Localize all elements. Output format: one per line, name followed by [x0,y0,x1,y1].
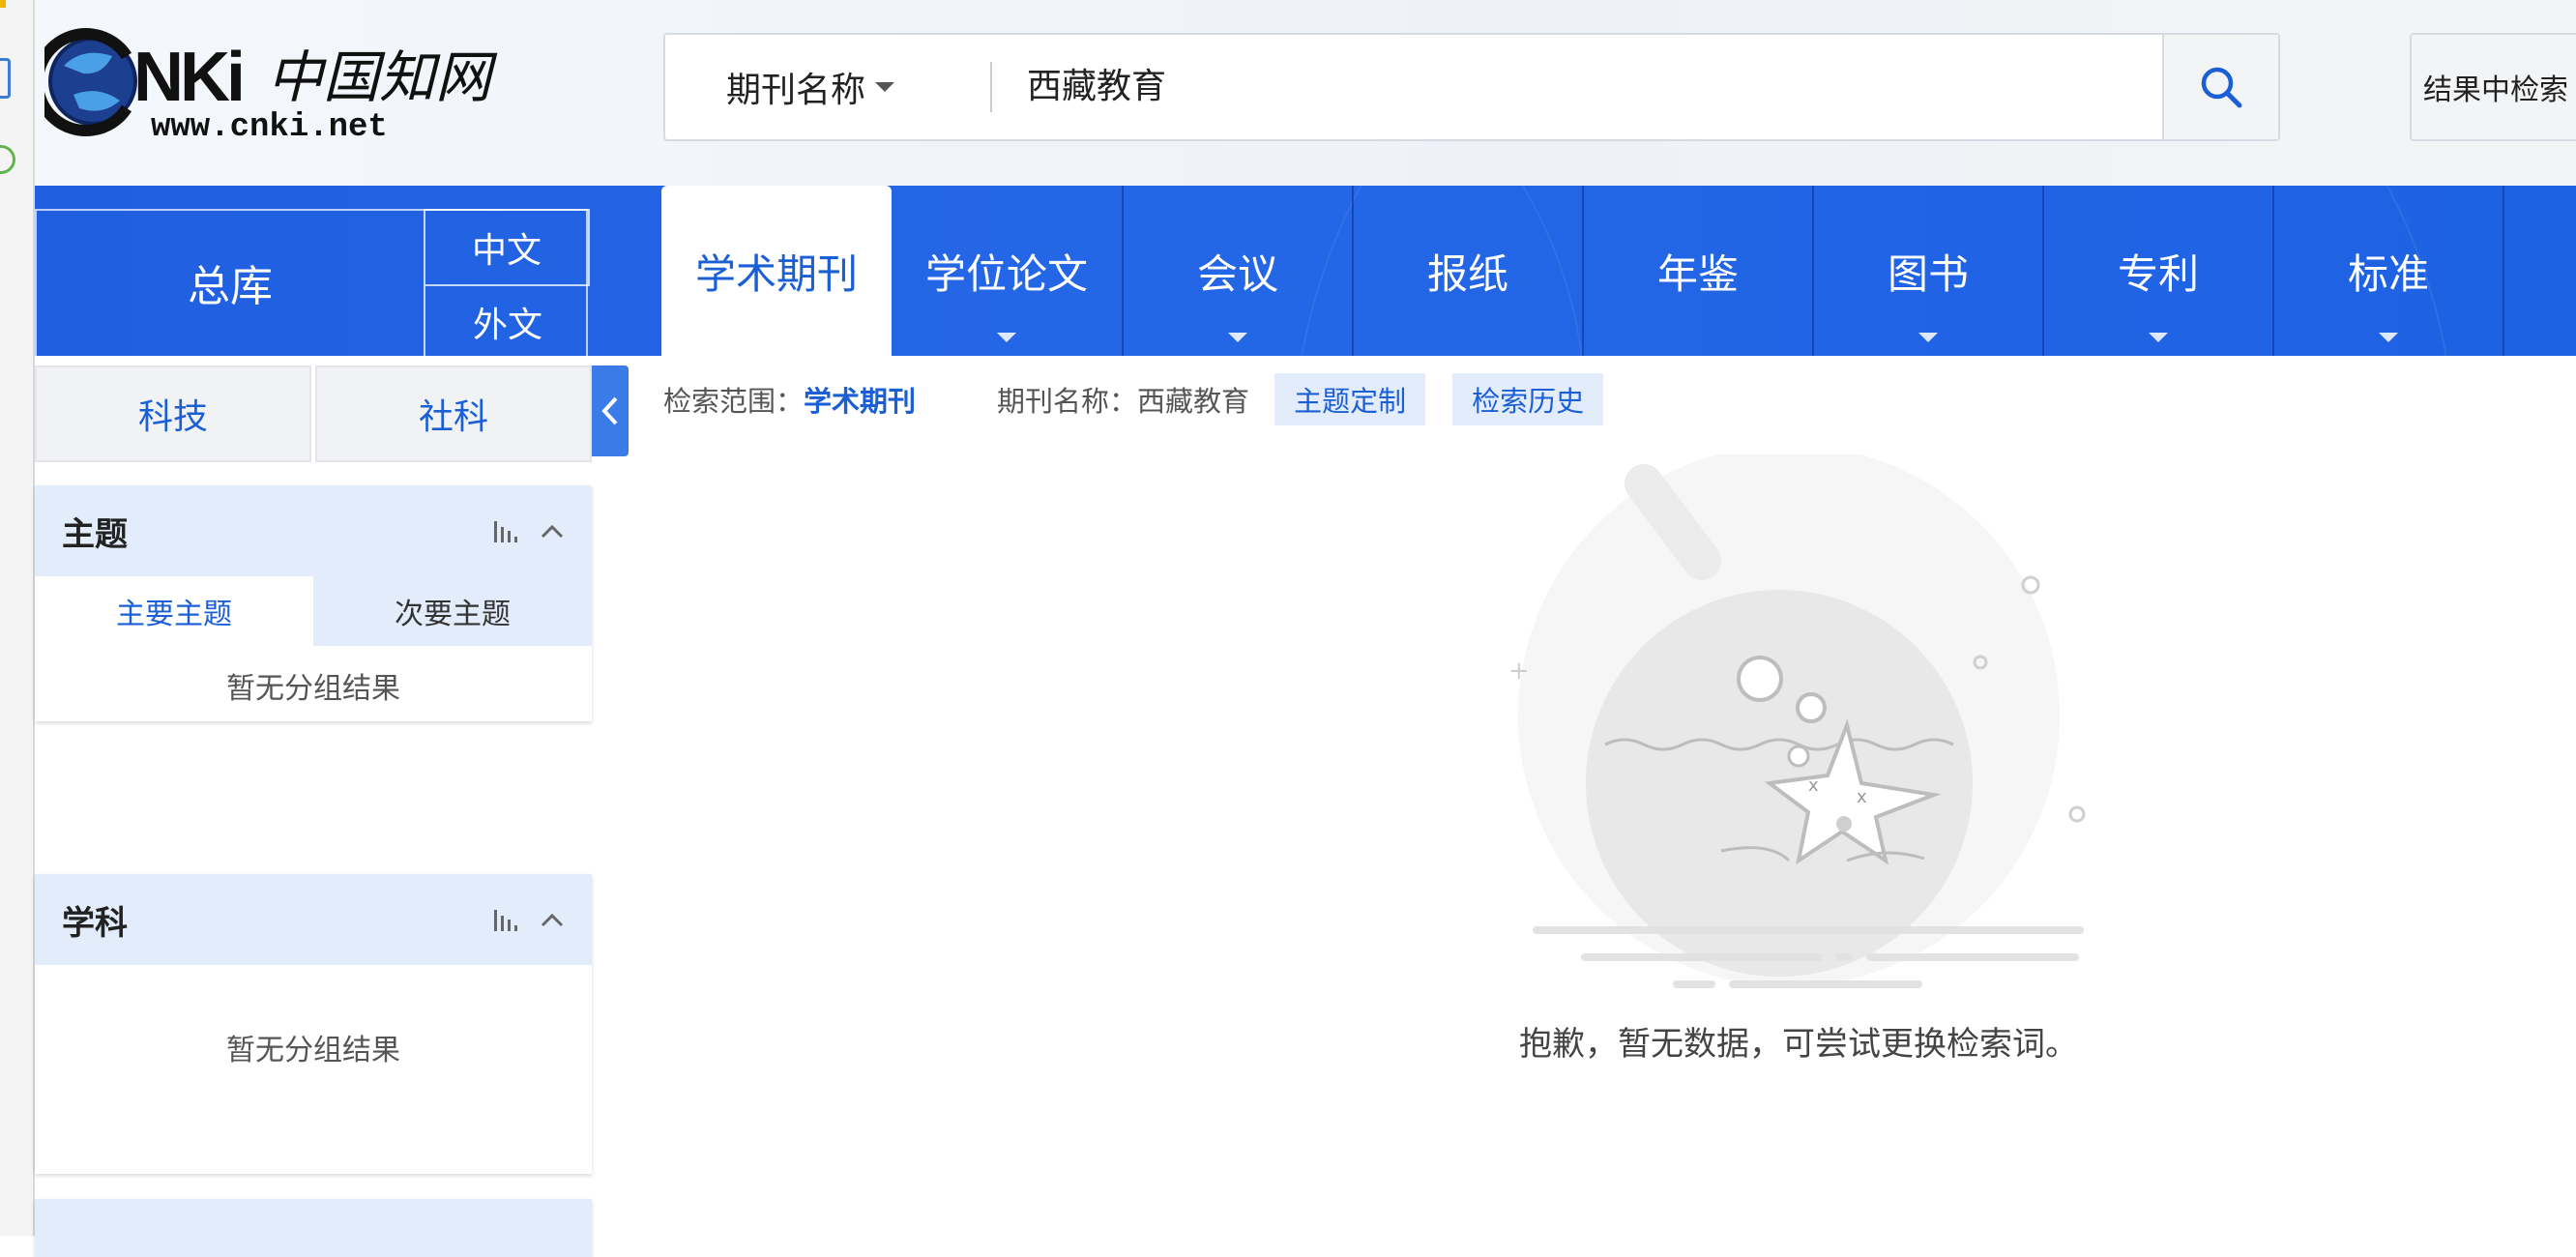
search-button[interactable] [2162,35,2278,139]
search-history-button[interactable]: 检索历史 [1452,373,1604,425]
tab-yearbooks[interactable]: 年鉴 [1582,186,1812,356]
year-panel [35,1199,592,1257]
topic-panel-header: 主题 [35,485,592,576]
topic-customize-button[interactable]: 主题定制 [1274,373,1426,425]
caret-down-icon [875,82,894,92]
dropdown-arrow-icon [2149,333,2168,342]
dropdown-arrow-icon [997,333,1016,342]
tab-patents[interactable]: 专利 [2042,186,2272,356]
collapse-sidebar-button[interactable] [592,365,629,456]
tab-books[interactable]: 图书 [1812,186,2042,356]
illus-ground-line [1866,953,2079,961]
query-value: 西藏教育 [1137,385,1250,418]
search-icon [2201,67,2242,108]
dropdown-arrow-icon [1228,333,1247,342]
svg-text:中国知网: 中国知网 [267,44,498,110]
tab-label: 年鉴 [1656,249,1739,298]
empty-result-message: 抱歉，暂无数据，可尝试更换检索词。 [1519,1025,2078,1064]
tab-more[interactable] [2503,186,2576,356]
scope-value: 学术期刊 [804,385,917,418]
query-label: 期刊名称： [997,385,1138,418]
tab-journals[interactable]: 学术期刊 [661,186,892,356]
dropdown-arrow-icon [2379,333,2398,342]
topic-panel: 主题 主要主题 次要主题 暂无分组结果 [35,485,592,721]
illus-dot [2068,805,2086,823]
chevron-up-icon[interactable] [540,522,565,540]
lang-foreign-tab[interactable]: 外文 [424,286,590,356]
strip-indicator [0,0,6,8]
zongku-group: 总库 中文 外文 [35,209,590,356]
year-panel-header [35,1199,592,1257]
topic-empty-text: 暂无分组结果 [226,672,400,706]
panel-icon[interactable] [0,58,11,99]
subject-panel: 学科 暂无分组结果 [35,874,592,1174]
illus-ground-line [1673,980,1715,988]
search-field-select[interactable]: 期刊名称 [665,35,955,139]
refresh-icon[interactable] [0,145,15,174]
site-header: NKi 中国知网 www.cnki.net 期刊名称 西藏教育 结果中检索 [31,0,2576,186]
subtab-main-topic[interactable]: 主要主题 [35,576,313,646]
database-tabs: 学术期刊 学位论文 会议 报纸 年鉴 图书 专利 标准 [661,186,2576,356]
category-social-tab[interactable]: 社科 [315,365,592,462]
svg-text:www.cnki.net: www.cnki.net [151,109,388,143]
illus-ground-line [1533,926,2084,934]
chevron-up-icon[interactable] [540,911,565,928]
illus-sparkle: + [1508,657,1530,686]
illus-ground-line [1729,980,1922,988]
illus-bubble [1787,745,1810,768]
search-box: 期刊名称 西藏教育 [663,33,2280,141]
illus-bubble [1737,656,1783,702]
tab-label: 标准 [2347,249,2429,298]
subject-panel-header: 学科 [35,874,592,965]
chevron-left-icon [601,396,618,425]
tab-label: 学位论文 [924,249,1088,298]
tab-theses[interactable]: 学位论文 [892,186,1122,356]
filter-sidebar: 科技 社科 主题 主要主题 次要主题 暂无分组结果 学科 暂无分组结果 [35,356,629,1257]
search-conditions: 检索范围： 学术期刊 期刊名称： 西藏教育 主题定制 检索历史 [663,373,1604,425]
browser-side-strip [0,0,35,1236]
database-nav: 总库 中文 外文 学术期刊 学位论文 会议 报纸 年鉴 图书 专利 标准 [35,186,2576,356]
cnki-logo[interactable]: NKi 中国知网 www.cnki.net [31,27,509,146]
illus-ground-line [1581,953,1823,961]
tab-standards[interactable]: 标准 [2272,186,2503,356]
subtab-secondary-topic[interactable]: 次要主题 [313,576,592,646]
field-divider [990,62,992,112]
search-input[interactable]: 西藏教育 [1027,35,1897,139]
topic-subtabs: 主要主题 次要主题 [35,576,592,646]
panel-title: 学科 [62,903,128,943]
subject-empty-text: 暂无分组结果 [226,1034,400,1067]
tab-label: 会议 [1196,249,1278,298]
tab-label: 图书 [1887,249,1969,298]
lang-chinese-tab[interactable]: 中文 [424,209,590,286]
tab-label: 学术期刊 [694,249,858,298]
empty-state-illustration: x x + [1508,454,2086,988]
chart-icon[interactable] [493,908,522,931]
search-field-label: 期刊名称 [725,71,865,110]
search-within-results-button[interactable]: 结果中检索 [2410,33,2576,141]
category-tabs: 科技 社科 [35,365,592,462]
scope-label: 检索范围： [663,385,805,418]
tab-label: 专利 [2117,249,2199,298]
tab-label: 报纸 [1426,249,1508,298]
zongku-tab[interactable]: 总库 [37,211,424,354]
category-science-tab[interactable]: 科技 [35,365,311,462]
illus-bubble [1796,692,1827,723]
illus-starfish-eye: x [1857,787,1867,807]
chart-icon[interactable] [493,519,522,542]
svg-text:NKi: NKi [133,39,242,116]
illus-ground-line [1835,953,1853,961]
dropdown-arrow-icon [1918,333,1938,342]
tab-conferences[interactable]: 会议 [1122,186,1352,356]
illus-starfish-spot [1836,816,1852,832]
tab-newspapers[interactable]: 报纸 [1352,186,1582,356]
illus-starfish-eye: x [1808,775,1819,796]
panel-title: 主题 [62,514,128,554]
